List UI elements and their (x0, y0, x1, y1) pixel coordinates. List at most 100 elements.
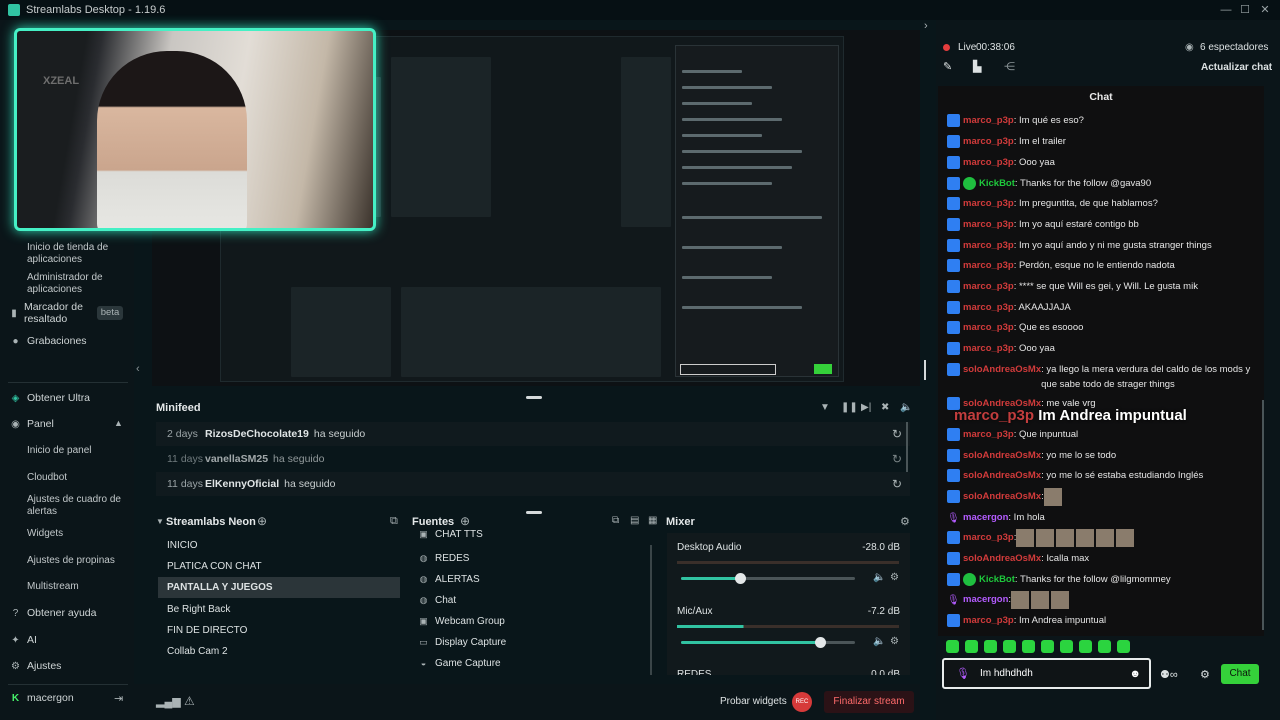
chat-username[interactable]: soloAndreaOsMx (963, 362, 1041, 377)
resize-handle[interactable] (526, 511, 542, 514)
source-item[interactable]: ▣ CHAT TTS (418, 527, 648, 541)
chat-username[interactable]: marco_p3p (963, 134, 1014, 149)
chevron-down-icon[interactable]: ▼ (156, 517, 164, 526)
record-button[interactable]: REC (792, 692, 812, 712)
refresh-chat-button[interactable]: Actualizar chat (1201, 62, 1272, 73)
chat-input[interactable]: 🎙 Im hdhdhdh ☻ (942, 658, 1151, 689)
end-stream-button[interactable]: Finalizar stream (824, 691, 914, 713)
sidebar-item-tip-settings[interactable]: Ajustes de propinas (27, 555, 127, 567)
minifeed-row[interactable]: 2 days RizosDeChocolate19 ha seguido ↻ (156, 422, 910, 446)
source-item[interactable]: ▣ Webcam Group (418, 611, 648, 632)
sidebar-item-app-store[interactable]: Inicio de tienda de aplicaciones (27, 242, 127, 266)
emote-icon[interactable] (1041, 640, 1054, 653)
mute-alerts-icon[interactable]: ✖ (881, 402, 889, 413)
channel-points-icon[interactable]: ⚉∞ (1160, 668, 1178, 681)
source-item[interactable]: ◍ REDES (418, 548, 648, 569)
chat-settings-icon[interactable]: ⚙ (1200, 668, 1210, 681)
chat-username[interactable]: marco_p3p (963, 613, 1014, 628)
emote-icon[interactable] (1079, 640, 1092, 653)
minifeed-row[interactable]: 11 days vanellaSM25 ha seguido ↻ (156, 447, 910, 471)
source-item[interactable]: ▭ Display Capture (418, 632, 648, 653)
chat-username[interactable]: marco_p3p (963, 258, 1014, 273)
minifeed-row[interactable]: 11 days ElKennyOficial ha seguido ↻ (156, 472, 910, 496)
warning-icon[interactable]: ⚠ (184, 694, 195, 708)
sidebar-item-multistream[interactable]: Multistream (27, 581, 127, 593)
share-icon[interactable]: ⋲ (1004, 60, 1015, 73)
send-chat-button[interactable]: Chat (1221, 664, 1259, 684)
replay-icon[interactable]: ↻ (892, 452, 902, 466)
filter-icon[interactable]: ▼ (820, 402, 830, 413)
chat-username[interactable]: macergon (963, 592, 1008, 607)
chevron-right-icon[interactable]: › (924, 20, 928, 32)
sidebar-item-cloudbot[interactable]: Cloudbot (27, 472, 127, 484)
preview-scrollbar[interactable] (924, 360, 926, 380)
emote-icon[interactable] (946, 640, 959, 653)
chat-username[interactable]: marco_p3p (963, 217, 1014, 232)
emoji-icon[interactable]: ☻ (1129, 668, 1141, 680)
gear-icon[interactable]: ⚙ (890, 636, 899, 647)
skip-icon[interactable]: ▶| (861, 402, 871, 413)
sidebar-item-widgets[interactable]: Widgets (27, 528, 127, 540)
scene-item-selected[interactable]: PANTALLA Y JUEGOS (158, 577, 400, 598)
chat-username[interactable]: marco_p3p (963, 427, 1014, 442)
replay-icon[interactable]: ↻ (892, 477, 902, 491)
folder-add-icon[interactable]: ⧉ (612, 515, 619, 526)
source-layout-icon[interactable]: ▦ (648, 515, 657, 526)
sidebar-item-ai[interactable]: ✦ AI (10, 634, 37, 646)
source-item[interactable]: ◒ Game Capture (418, 653, 648, 674)
scene-item[interactable]: PLATICA CON CHAT (158, 556, 400, 577)
emote-icon[interactable] (965, 640, 978, 653)
sidebar-item-ultra[interactable]: ◈ Obtener Ultra (10, 392, 90, 404)
chat-username[interactable]: macergon (963, 510, 1008, 525)
mixer-settings-icon[interactable]: ⚙ (900, 515, 910, 528)
sidebar-item-app-manager[interactable]: Administrador de aplicaciones (27, 272, 127, 296)
chat-username[interactable]: marco_p3p (963, 238, 1014, 253)
volume-knob[interactable] (815, 637, 827, 648)
chat-username[interactable]: marco_p3p (963, 320, 1014, 335)
emote-icon[interactable] (1003, 640, 1016, 653)
open-link-icon[interactable]: ▙ (973, 60, 981, 73)
volume-icon[interactable]: 🔈 (900, 402, 912, 413)
emote-icon[interactable] (1117, 640, 1130, 653)
chat-username[interactable]: soloAndreaOsMx (963, 551, 1041, 566)
sidebar-user[interactable]: K macergon (10, 692, 74, 704)
chat-username[interactable]: marco_p3p (963, 341, 1014, 356)
chat-username[interactable]: soloAndreaOsMx (963, 468, 1041, 483)
volume-slider[interactable] (681, 573, 855, 584)
minimize-button[interactable]: — (1218, 2, 1234, 18)
scene-item[interactable]: Be Right Back (158, 599, 400, 620)
sidebar-item-recordings[interactable]: ● Grabaciones (10, 335, 86, 347)
close-button[interactable]: ✕ (1257, 2, 1273, 18)
add-scene-icon[interactable]: ⊕ (257, 514, 267, 528)
sidebar-item-help[interactable]: ? Obtener ayuda (10, 607, 97, 619)
stats-icon[interactable]: ▂▄▆ (156, 695, 181, 708)
volume-knob[interactable] (735, 573, 747, 584)
minifeed-scrollbar[interactable] (906, 422, 908, 472)
emote-icon[interactable] (1022, 640, 1035, 653)
add-source-icon[interactable]: ⊕ (460, 514, 470, 528)
emote-icon[interactable] (984, 640, 997, 653)
scene-transitions-icon[interactable]: ⧉ (390, 515, 398, 528)
chat-username[interactable]: KickBot (979, 572, 1015, 587)
scene-item[interactable]: FIN DE DIRECTO (158, 620, 400, 641)
chat-username[interactable]: KickBot (979, 176, 1015, 191)
chat-username[interactable]: marco_p3p (963, 155, 1014, 170)
chat-username[interactable]: soloAndreaOsMx (963, 489, 1041, 504)
chevron-up-icon[interactable]: ▲ (114, 418, 123, 428)
emote-icon[interactable] (1098, 640, 1111, 653)
scene-item[interactable]: INICIO (158, 535, 400, 556)
sidebar-item-panel[interactable]: ◉ Panel (10, 418, 54, 430)
source-item[interactable]: ◍ ALERTAS (418, 569, 648, 590)
replay-icon[interactable]: ↻ (892, 427, 902, 441)
gear-icon[interactable]: ⚙ (890, 572, 899, 583)
chat-username[interactable]: marco_p3p (963, 196, 1014, 211)
collapse-sidebar-icon[interactable]: ‹ (136, 363, 140, 375)
volume-icon[interactable]: 🔈 (873, 572, 885, 583)
sidebar-item-highlighter[interactable]: ▮ Marcador de resaltado (10, 301, 100, 325)
chat-username[interactable]: marco_p3p (963, 530, 1014, 545)
maximize-button[interactable]: ☐ (1237, 2, 1253, 18)
emote-icon[interactable] (1060, 640, 1073, 653)
test-widgets-button[interactable]: Probar widgets (720, 696, 787, 707)
volume-icon[interactable]: 🔈 (873, 636, 885, 647)
chat-scrollbar[interactable] (1262, 400, 1264, 630)
